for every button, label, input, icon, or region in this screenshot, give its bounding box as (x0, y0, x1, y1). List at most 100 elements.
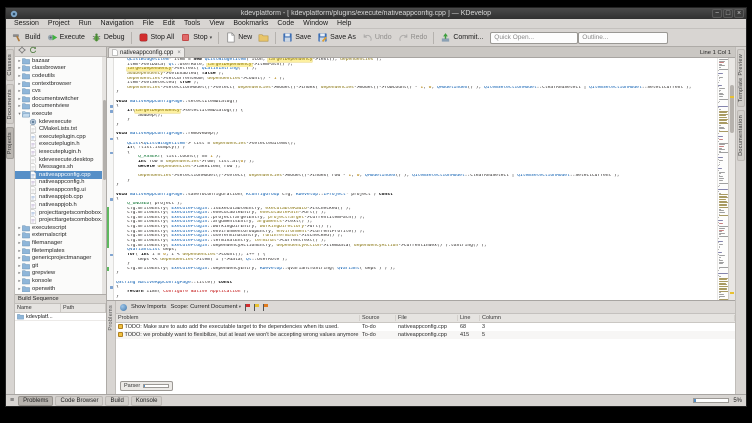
new-button[interactable]: New (222, 31, 255, 44)
build-button[interactable]: Build (9, 31, 44, 44)
tree-item-grepview[interactable]: ▸ grepview (15, 270, 106, 278)
toolview-tab-projects[interactable]: Projects (6, 127, 14, 160)
outline-input[interactable] (578, 31, 669, 44)
column-header-name[interactable]: Name (15, 304, 61, 312)
build-sequence-row[interactable]: kdevplatf... (15, 313, 106, 321)
tree-item-nativeappconfig-cpp[interactable]: nativeappconfig.cpp (15, 170, 106, 179)
toolview-tab-classes[interactable]: Classes (6, 49, 14, 81)
debug-button[interactable]: Debug (88, 31, 128, 44)
maximize-button[interactable]: □ (723, 9, 733, 18)
statusbar-toolview-build[interactable]: Build (105, 395, 129, 406)
problem-row[interactable]: TODO: Make sure to auto add the executab… (116, 323, 735, 331)
toolview-tab-documents[interactable]: Documents (6, 83, 14, 125)
stop-all-button[interactable]: Stop All (135, 31, 178, 44)
hints-filter-icon[interactable] (263, 303, 268, 311)
menu-project[interactable]: Project (44, 20, 74, 27)
tree-item-executeplugin-h[interactable]: executeplugin.h (15, 140, 106, 149)
menu-session[interactable]: Session (10, 20, 43, 27)
quick-open-input[interactable] (490, 31, 579, 44)
stop-button[interactable]: Stop ▾ (177, 31, 215, 44)
code-line[interactable]: } (116, 295, 717, 300)
problems-column-source[interactable]: Source (360, 315, 396, 321)
menu-view[interactable]: View (205, 20, 228, 27)
errors-filter-icon[interactable] (245, 303, 250, 311)
tree-item-konsole[interactable]: ▸ konsole (15, 277, 106, 285)
tree-item-cmakelists-txt[interactable]: CMakeLists.txt (15, 125, 106, 133)
save-as-button[interactable]: Save As (314, 31, 359, 44)
statusbar-toolview-konsole[interactable]: Konsole (130, 395, 163, 406)
menu-file[interactable]: File (139, 20, 158, 27)
menu-bookmarks[interactable]: Bookmarks (229, 20, 272, 27)
tree-item-nativeappconfig-ui[interactable]: nativeappconfig.ui (15, 186, 106, 194)
tree-item-kdevexecute-desktop[interactable]: kdevexecute.desktop (15, 155, 106, 164)
redo-button[interactable]: Redo (395, 31, 431, 44)
tree-item-nativeappjob-cpp[interactable]: nativeappjob.cpp (15, 193, 106, 202)
tree-item-execute[interactable]: ▾ execute (15, 110, 106, 118)
tree-item-projecttargetscombobox-cpp[interactable]: projecttargetscombobox.cpp (15, 208, 106, 217)
editor-scrollbar[interactable] (728, 58, 735, 300)
editor-gutter[interactable] (107, 58, 114, 300)
tree-item-filetemplates[interactable]: ▸ filetemplates (15, 247, 106, 255)
toolview-tab-template-preview[interactable]: Template Preview (737, 49, 745, 108)
tree-scrollbar[interactable] (102, 57, 106, 294)
scope-selector[interactable]: Scope: Current Document (170, 304, 241, 310)
tree-item-nativeappjob-h[interactable]: nativeappjob.h (15, 201, 106, 209)
tree-item-executescript[interactable]: ▸ executescript (15, 224, 106, 232)
tree-item-documentview[interactable]: ▸ documentview (15, 103, 106, 111)
undo-button[interactable]: Undo (359, 31, 395, 44)
project-tree[interactable]: ▸ bazaar ▸ classbrowser ▸ codeutils ▸ contextbr… (15, 57, 106, 294)
statusbar-toolview-code-browser[interactable]: Code Browser (55, 395, 104, 406)
code-line[interactable]: dependencies->selectionModel()->select( … (116, 86, 717, 91)
titlebar[interactable]: kdevplatform - [ kdevplatform/plugins/ex… (6, 8, 746, 19)
tree-item-externalscript[interactable]: ▸ externalscript (15, 232, 106, 240)
tab-close-icon[interactable]: × (177, 50, 181, 56)
tab-nativeappconfig-cpp[interactable]: nativeappconfig.cpp × (108, 47, 185, 57)
menu-run[interactable]: Run (75, 20, 96, 27)
toolview-menu-icon[interactable]: ≡ (10, 397, 14, 404)
tree-item-kdevexecute[interactable]: kdevexecute (15, 118, 106, 126)
problem-row[interactable]: TODO: we probably want to flexibilize, b… (116, 331, 735, 339)
locate-icon[interactable] (18, 46, 26, 57)
tree-item-cvs[interactable]: ▸ cvs (15, 87, 106, 95)
save-button[interactable]: Save (279, 31, 314, 44)
show-imports-toggle[interactable]: Show Imports (131, 304, 166, 310)
menu-window[interactable]: Window (299, 20, 332, 27)
minimize-button[interactable]: − (712, 9, 722, 18)
menu-tools[interactable]: Tools (180, 20, 204, 27)
editor[interactable]: QListWidgetItem* item = new QListWidgetI… (107, 58, 735, 300)
tree-item-iexecuteplugin-h[interactable]: iexecuteplugin.h (15, 148, 106, 156)
tree-item-git[interactable]: ▸ git (15, 262, 106, 270)
column-header-path[interactable]: Path (61, 304, 106, 312)
menu-code[interactable]: Code (273, 20, 298, 27)
scrollbar-thumb[interactable] (730, 84, 734, 133)
tree-item-classbrowser[interactable]: ▸ classbrowser (15, 65, 106, 73)
problems-column-file[interactable]: File (396, 315, 458, 321)
problems-column-line[interactable]: Line (458, 315, 480, 321)
close-button[interactable]: × (734, 9, 744, 18)
commit-button[interactable]: Commit... (437, 31, 486, 44)
tree-item-documentswitcher[interactable]: ▸ documentswitcher (15, 95, 106, 103)
problems-column-problem[interactable]: Problem (116, 315, 360, 321)
tree-item-executeplugin-cpp[interactable]: executeplugin.cpp (15, 132, 106, 141)
menu-edit[interactable]: Edit (159, 20, 179, 27)
sync-icon[interactable] (29, 46, 37, 57)
toolview-tab-documentation[interactable]: Documentation (737, 110, 745, 162)
tree-item-genericprojectmanager[interactable]: ▸ genericprojectmanager (15, 254, 106, 262)
tree-item-contextbrowser[interactable]: ▸ contextbrowser (15, 80, 106, 88)
minimap[interactable] (717, 58, 728, 300)
warnings-filter-icon[interactable] (254, 303, 259, 311)
execute-button[interactable]: Execute (44, 31, 88, 44)
tree-item-openwith[interactable]: ▸ openwith (15, 285, 106, 293)
tree-item-codeutils[interactable]: ▸ codeutils (15, 72, 106, 80)
menu-navigation[interactable]: Navigation (97, 20, 138, 27)
statusbar-toolview-problems[interactable]: Problems (18, 395, 54, 406)
open-button[interactable] (255, 31, 272, 44)
tree-item-bazaar[interactable]: ▸ bazaar (15, 57, 106, 65)
tree-item-filemanager[interactable]: ▸ filemanager (15, 239, 106, 247)
menu-help[interactable]: Help (333, 20, 355, 27)
tree-item-nativeappconfig-h[interactable]: nativeappconfig.h (15, 178, 106, 187)
code-area[interactable]: QListWidgetItem* item = new QListWidgetI… (114, 58, 717, 300)
problems-column-column[interactable]: Column (480, 315, 735, 321)
tree-item-projecttargetscombobox-h[interactable]: projecttargetscombobox.h (15, 216, 106, 225)
tree-item-messages-sh[interactable]: Messages.sh (15, 163, 106, 171)
